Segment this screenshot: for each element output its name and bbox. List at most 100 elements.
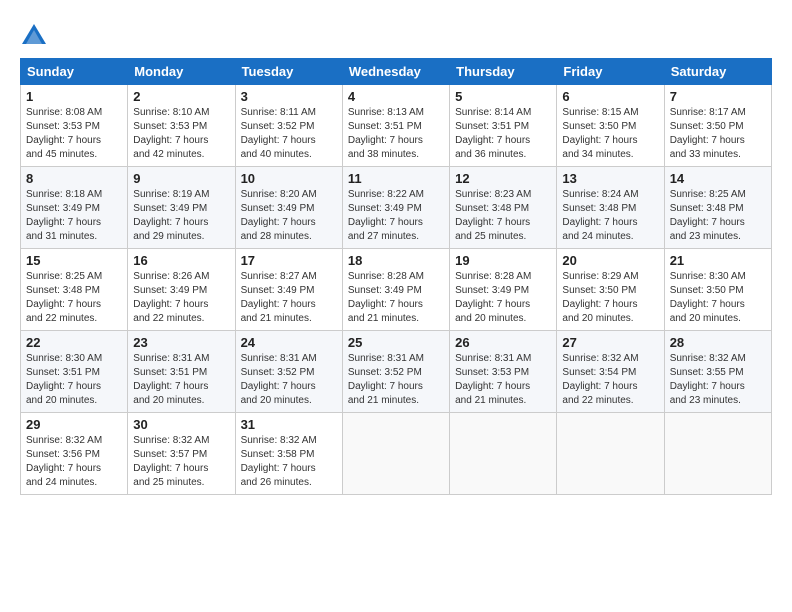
week-row-2: 8 Sunrise: 8:18 AM Sunset: 3:49 PM Daylig…	[21, 167, 772, 249]
calendar-cell	[557, 413, 664, 495]
calendar-cell: 27 Sunrise: 8:32 AM Sunset: 3:54 PM Dayli…	[557, 331, 664, 413]
day-number: 26	[455, 335, 551, 350]
calendar-cell: 29 Sunrise: 8:32 AM Sunset: 3:56 PM Dayli…	[21, 413, 128, 495]
header	[20, 18, 772, 50]
cell-info: Sunrise: 8:28 AM Sunset: 3:49 PM Dayligh…	[455, 270, 551, 326]
weekday-header-friday: Friday	[557, 59, 664, 85]
day-number: 27	[562, 335, 658, 350]
calendar-cell: 28Sunrise: 8:32 AM Sunset: 3:55 PM Dayli…	[664, 331, 771, 413]
calendar-cell: 20Sunrise: 8:29 AM Sunset: 3:50 PM Dayli…	[557, 249, 664, 331]
cell-info: Sunrise: 8:25 AM Sunset: 3:48 PM Dayligh…	[26, 270, 122, 326]
logo-icon	[20, 22, 48, 50]
day-number: 4	[348, 89, 444, 104]
cell-info: Sunrise: 8:31 AM Sunset: 3:53 PM Dayligh…	[455, 352, 551, 408]
cell-info: Sunrise: 8:19 AM Sunset: 3:49 PM Dayligh…	[133, 188, 229, 244]
day-number: 10	[241, 171, 337, 186]
logo	[20, 22, 50, 50]
day-number: 16	[133, 253, 229, 268]
day-number: 17	[241, 253, 337, 268]
cell-info: Sunrise: 8:23 AM Sunset: 3:48 PM Dayligh…	[455, 188, 551, 244]
calendar-cell: 30 Sunrise: 8:32 AM Sunset: 3:57 PM Dayli…	[128, 413, 235, 495]
day-number: 15	[26, 253, 122, 268]
calendar-cell: 25Sunrise: 8:31 AM Sunset: 3:52 PM Dayli…	[342, 331, 449, 413]
weekday-header-saturday: Saturday	[664, 59, 771, 85]
cell-info: Sunrise: 8:31 AM Sunset: 3:51 PM Dayligh…	[133, 352, 229, 408]
day-number: 23	[133, 335, 229, 350]
day-number: 8	[26, 171, 122, 186]
day-number: 9	[133, 171, 229, 186]
weekday-header-row: SundayMondayTuesdayWednesdayThursdayFrid…	[21, 59, 772, 85]
cell-info: Sunrise: 8:32 AM Sunset: 3:55 PM Dayligh…	[670, 352, 766, 408]
cell-info: Sunrise: 8:32 AM Sunset: 3:54 PM Dayligh…	[562, 352, 658, 408]
day-number: 24	[241, 335, 337, 350]
calendar-cell: 26 Sunrise: 8:31 AM Sunset: 3:53 PM Dayli…	[450, 331, 557, 413]
calendar-cell: 9 Sunrise: 8:19 AM Sunset: 3:49 PM Daylig…	[128, 167, 235, 249]
calendar-cell: 8 Sunrise: 8:18 AM Sunset: 3:49 PM Daylig…	[21, 167, 128, 249]
weekday-header-thursday: Thursday	[450, 59, 557, 85]
day-number: 12	[455, 171, 551, 186]
weekday-header-wednesday: Wednesday	[342, 59, 449, 85]
weekday-header-monday: Monday	[128, 59, 235, 85]
cell-info: Sunrise: 8:17 AM Sunset: 3:50 PM Dayligh…	[670, 106, 766, 162]
calendar-cell: 4 Sunrise: 8:13 AM Sunset: 3:51 PM Daylig…	[342, 85, 449, 167]
cell-info: Sunrise: 8:32 AM Sunset: 3:56 PM Dayligh…	[26, 434, 122, 490]
day-number: 30	[133, 417, 229, 432]
day-number: 19	[455, 253, 551, 268]
cell-info: Sunrise: 8:13 AM Sunset: 3:51 PM Dayligh…	[348, 106, 444, 162]
day-number: 1	[26, 89, 122, 104]
cell-info: Sunrise: 8:30 AM Sunset: 3:51 PM Dayligh…	[26, 352, 122, 408]
calendar-cell	[450, 413, 557, 495]
weekday-header-sunday: Sunday	[21, 59, 128, 85]
day-number: 3	[241, 89, 337, 104]
day-number: 20	[562, 253, 658, 268]
day-number: 21	[670, 253, 766, 268]
calendar-cell: 31 Sunrise: 8:32 AM Sunset: 3:58 PM Dayli…	[235, 413, 342, 495]
cell-info: Sunrise: 8:27 AM Sunset: 3:49 PM Dayligh…	[241, 270, 337, 326]
cell-info: Sunrise: 8:10 AM Sunset: 3:53 PM Dayligh…	[133, 106, 229, 162]
calendar-cell: 23 Sunrise: 8:31 AM Sunset: 3:51 PM Dayli…	[128, 331, 235, 413]
weekday-header-tuesday: Tuesday	[235, 59, 342, 85]
day-number: 22	[26, 335, 122, 350]
day-number: 13	[562, 171, 658, 186]
calendar-cell: 1Sunrise: 8:08 AM Sunset: 3:53 PM Daylig…	[21, 85, 128, 167]
calendar-page: SundayMondayTuesdayWednesdayThursdayFrid…	[0, 0, 792, 612]
cell-info: Sunrise: 8:20 AM Sunset: 3:49 PM Dayligh…	[241, 188, 337, 244]
calendar-cell	[664, 413, 771, 495]
week-row-3: 15 Sunrise: 8:25 AM Sunset: 3:48 PM Dayli…	[21, 249, 772, 331]
calendar-cell: 2 Sunrise: 8:10 AM Sunset: 3:53 PM Daylig…	[128, 85, 235, 167]
calendar-table: SundayMondayTuesdayWednesdayThursdayFrid…	[20, 58, 772, 495]
calendar-cell: 15 Sunrise: 8:25 AM Sunset: 3:48 PM Dayli…	[21, 249, 128, 331]
calendar-cell: 10 Sunrise: 8:20 AM Sunset: 3:49 PM Dayli…	[235, 167, 342, 249]
day-number: 14	[670, 171, 766, 186]
calendar-cell: 17 Sunrise: 8:27 AM Sunset: 3:49 PM Dayli…	[235, 249, 342, 331]
calendar-cell: 3Sunrise: 8:11 AM Sunset: 3:52 PM Daylig…	[235, 85, 342, 167]
day-number: 11	[348, 171, 444, 186]
day-number: 25	[348, 335, 444, 350]
calendar-cell: 12 Sunrise: 8:23 AM Sunset: 3:48 PM Dayli…	[450, 167, 557, 249]
calendar-cell: 11Sunrise: 8:22 AM Sunset: 3:49 PM Dayli…	[342, 167, 449, 249]
cell-info: Sunrise: 8:32 AM Sunset: 3:58 PM Dayligh…	[241, 434, 337, 490]
day-number: 18	[348, 253, 444, 268]
calendar-cell: 19 Sunrise: 8:28 AM Sunset: 3:49 PM Dayli…	[450, 249, 557, 331]
calendar-cell: 7 Sunrise: 8:17 AM Sunset: 3:50 PM Daylig…	[664, 85, 771, 167]
calendar-cell: 22 Sunrise: 8:30 AM Sunset: 3:51 PM Dayli…	[21, 331, 128, 413]
calendar-cell: 16 Sunrise: 8:26 AM Sunset: 3:49 PM Dayli…	[128, 249, 235, 331]
day-number: 6	[562, 89, 658, 104]
cell-info: Sunrise: 8:28 AM Sunset: 3:49 PM Dayligh…	[348, 270, 444, 326]
calendar-cell: 18 Sunrise: 8:28 AM Sunset: 3:49 PM Dayli…	[342, 249, 449, 331]
day-number: 7	[670, 89, 766, 104]
cell-info: Sunrise: 8:25 AM Sunset: 3:48 PM Dayligh…	[670, 188, 766, 244]
day-number: 31	[241, 417, 337, 432]
cell-info: Sunrise: 8:32 AM Sunset: 3:57 PM Dayligh…	[133, 434, 229, 490]
calendar-cell: 24Sunrise: 8:31 AM Sunset: 3:52 PM Dayli…	[235, 331, 342, 413]
cell-info: Sunrise: 8:26 AM Sunset: 3:49 PM Dayligh…	[133, 270, 229, 326]
cell-info: Sunrise: 8:30 AM Sunset: 3:50 PM Dayligh…	[670, 270, 766, 326]
calendar-cell: 6 Sunrise: 8:15 AM Sunset: 3:50 PM Daylig…	[557, 85, 664, 167]
week-row-5: 29 Sunrise: 8:32 AM Sunset: 3:56 PM Dayli…	[21, 413, 772, 495]
day-number: 29	[26, 417, 122, 432]
calendar-cell: 21 Sunrise: 8:30 AM Sunset: 3:50 PM Dayli…	[664, 249, 771, 331]
day-number: 2	[133, 89, 229, 104]
calendar-cell: 5Sunrise: 8:14 AM Sunset: 3:51 PM Daylig…	[450, 85, 557, 167]
cell-info: Sunrise: 8:15 AM Sunset: 3:50 PM Dayligh…	[562, 106, 658, 162]
cell-info: Sunrise: 8:18 AM Sunset: 3:49 PM Dayligh…	[26, 188, 122, 244]
